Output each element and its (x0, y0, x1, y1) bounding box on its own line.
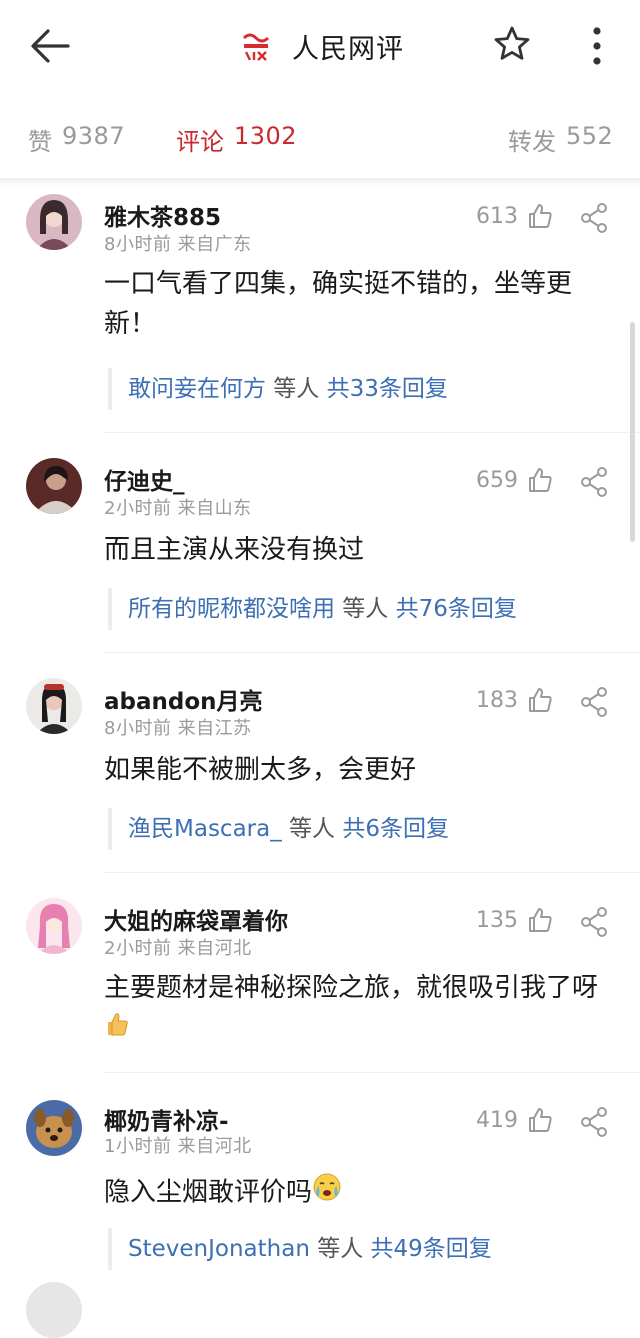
reply-user[interactable]: 渔民Mascara_ (128, 816, 282, 842)
comment-text: 一口气看了四集，确实挺不错的，坐等更新！ (104, 269, 573, 339)
reply-count[interactable]: 共76条回复 (396, 596, 517, 622)
like-button[interactable]: 183 (476, 686, 554, 714)
thumb-up-icon (529, 908, 552, 932)
comment-text: 而且主演从来没有换过 (104, 535, 365, 565)
like-button[interactable]: 659 (476, 466, 554, 494)
like-button[interactable]: 419 (476, 1106, 554, 1134)
reply-preview[interactable]: 所有的昵称都没啥用 等人 共76条回复 (108, 588, 517, 630)
avatar[interactable] (26, 458, 82, 514)
comment-username[interactable]: 大姐的麻袋罩着你 (104, 902, 288, 936)
star-icon (494, 26, 530, 60)
share-button[interactable] (578, 466, 610, 498)
avatar[interactable] (26, 1100, 82, 1156)
comment-text: 主要题材是神秘探险之旅，就很吸引我了呀 (104, 968, 620, 1049)
tab-likes-count: 9387 (62, 122, 126, 150)
like-count: 613 (476, 203, 518, 229)
share-button[interactable] (578, 686, 610, 718)
more-button[interactable] (580, 24, 614, 68)
share-icon (581, 687, 607, 717)
reply-count[interactable]: 共49条回复 (371, 1236, 492, 1262)
divider (104, 432, 640, 433)
divider (104, 652, 640, 653)
comment-text-content: 主要题材是神秘探险之旅，就很吸引我了呀 (104, 973, 599, 1003)
reply-preview[interactable]: StevenJonathan 等人 共49条回复 (108, 1228, 492, 1270)
comment-meta: 8小时前 来自广东 (104, 234, 252, 255)
like-button[interactable]: 613 (476, 202, 554, 230)
back-button[interactable] (28, 26, 72, 66)
stats-tabs: 赞 9387 评论 1302 转发 552 (0, 110, 640, 166)
thumb-up-icon (529, 468, 552, 492)
avatar[interactable] (26, 194, 82, 250)
comment-text: 如果能不被删太多，会更好 (104, 755, 417, 785)
tab-likes[interactable]: 赞 9387 (28, 122, 125, 157)
thumbs-up-emoji (104, 1009, 130, 1049)
comment-meta: 2小时前 来自河北 (104, 938, 252, 959)
tab-likes-label: 赞 (28, 128, 52, 156)
page-title: 人民网评 (292, 33, 404, 65)
reply-mid: 等人 (309, 1236, 371, 1262)
tab-reposts-count: 552 (566, 122, 614, 150)
reply-user[interactable]: StevenJonathan (128, 1236, 310, 1262)
comment-username[interactable]: 雅木茶885 (104, 198, 221, 232)
avatar[interactable] (26, 678, 82, 734)
thumb-up-icon (529, 1108, 552, 1132)
divider (104, 872, 640, 873)
thumb-up-icon (529, 204, 552, 228)
reply-mid: 等人 (266, 376, 327, 402)
share-button[interactable] (578, 906, 610, 938)
reply-mid: 等人 (281, 816, 343, 842)
like-count: 419 (476, 1107, 518, 1133)
comment-meta: 1小时前 来自河北 (104, 1136, 252, 1157)
tab-comments-count: 1302 (234, 122, 298, 150)
comment-text-content: 隐入尘烟敢评价吗 (104, 1177, 313, 1208)
comment-username[interactable]: 仔迪史_ (104, 462, 185, 496)
more-vertical-icon (593, 27, 601, 65)
reply-count[interactable]: 共33条回复 (327, 376, 448, 402)
scrollbar[interactable] (630, 322, 635, 542)
like-count: 183 (476, 687, 518, 713)
comment-username[interactable]: 椰奶青补凉- (104, 1102, 229, 1136)
avatar[interactable] (26, 898, 82, 954)
crying-emoji (312, 1172, 342, 1214)
like-count: 659 (476, 467, 518, 493)
reply-user[interactable]: 所有的昵称都没啥用 (128, 596, 335, 622)
avatar[interactable] (26, 1282, 82, 1338)
like-count: 135 (476, 907, 518, 933)
share-icon (581, 467, 607, 497)
share-button[interactable] (578, 202, 610, 234)
reply-user[interactable]: 敢问妾在何方 (128, 376, 266, 402)
reply-count[interactable]: 共6条回复 (342, 816, 449, 842)
comment-meta: 8小时前 来自江苏 (104, 718, 252, 739)
comment-meta: 2小时前 来自山东 (104, 498, 252, 519)
comment-username[interactable]: abandon月亮 (104, 682, 263, 716)
reply-preview[interactable]: 渔民Mascara_ 等人 共6条回复 (108, 808, 449, 850)
comment-text: 隐入尘烟敢评价吗 (104, 1172, 620, 1214)
share-button[interactable] (578, 1106, 610, 1138)
tab-reposts[interactable]: 转发 552 (508, 122, 613, 157)
reply-preview[interactable]: 敢问妾在何方 等人 共33条回复 (108, 368, 448, 410)
account-brand[interactable]: 人民网评 (236, 26, 404, 66)
thumb-up-icon (529, 688, 552, 712)
like-button[interactable]: 135 (476, 906, 554, 934)
share-icon (581, 203, 607, 233)
favorite-button[interactable] (492, 24, 532, 64)
account-logo (236, 26, 276, 66)
tab-comments-label: 评论 (176, 128, 224, 156)
share-icon (581, 1107, 607, 1137)
divider (104, 1072, 640, 1073)
share-icon (581, 907, 607, 937)
divider (0, 178, 640, 186)
reply-mid: 等人 (335, 596, 396, 622)
top-bar: 人民网评 (0, 0, 640, 92)
arrow-left-icon (31, 29, 70, 63)
tab-reposts-label: 转发 (508, 128, 556, 156)
tab-comments[interactable]: 评论 1302 (176, 122, 297, 157)
